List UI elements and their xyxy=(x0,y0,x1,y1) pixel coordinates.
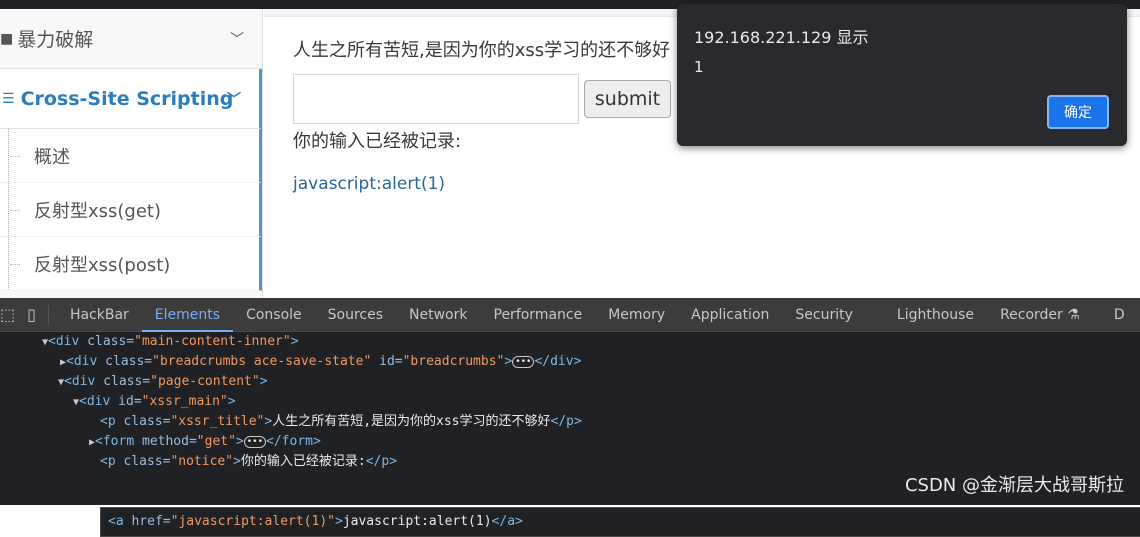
tab-security[interactable]: Security xyxy=(782,298,866,332)
ellipsis-icon[interactable]: ••• xyxy=(243,435,267,448)
device-toolbar-icon[interactable]: ▯ xyxy=(27,305,36,324)
watermark: CSDN @金渐层大战哥斯拉 xyxy=(904,475,1124,496)
tab-network[interactable]: Network xyxy=(396,298,480,332)
dialog-title: 192.168.221.129 显示 xyxy=(694,28,869,47)
chevron-down-icon: ﹀ xyxy=(227,92,241,108)
dom-node[interactable]: ▼<div class="main-content-inner"> xyxy=(42,332,299,352)
dom-node[interactable]: ▼<div class="page-content"> xyxy=(58,372,268,392)
tab-console[interactable]: Console xyxy=(233,298,315,332)
message-input[interactable] xyxy=(293,74,579,124)
dom-node[interactable]: ▼<div id="xssr_main"> xyxy=(73,392,236,412)
list-icon: ☰ xyxy=(2,90,15,107)
dom-node[interactable]: ▶<form method="get"> ••• </form> xyxy=(89,432,321,452)
devtools-panel: ⬚ ▯ HackBar Elements Console Sources Net… xyxy=(0,298,1140,537)
lock-icon: ■ xyxy=(0,30,14,47)
ok-button[interactable]: 确定 xyxy=(1047,95,1109,129)
tab-recorder[interactable]: Recorder ⚗ xyxy=(987,298,1093,332)
dom-node-selected[interactable]: <a href="javascript:alert(1)">javascript… xyxy=(108,512,523,532)
ellipsis-icon[interactable]: ••• xyxy=(512,355,535,368)
dom-node[interactable]: ▶<div class="breadcrumbs ace-save-state"… xyxy=(60,352,581,372)
dialog-message: 1 xyxy=(694,58,704,76)
tab-application[interactable]: Application xyxy=(678,298,782,332)
tab-memory[interactable]: Memory xyxy=(595,298,678,332)
tab-more[interactable]: D xyxy=(1101,298,1138,332)
inspect-icon[interactable]: ⬚ xyxy=(0,305,15,324)
page-title: 人生之所有苦短,是因为你的xss学习的还不够好 xyxy=(293,40,671,61)
dom-node[interactable]: <p class="xssr_title">人生之所有苦短,是因为你的xss学习… xyxy=(100,412,582,432)
sidebar: ■ 暴力破解 ﹀ ☰ Cross-Site Scripting ﹀ 概述 反射型… xyxy=(0,9,263,298)
tab-sources[interactable]: Sources xyxy=(315,298,396,332)
notice-text: 你的输入已经被记录: xyxy=(293,131,462,152)
submit-button[interactable]: submit xyxy=(584,80,671,118)
sidebar-item-brute-force[interactable]: ■ 暴力破解 ﹀ xyxy=(0,9,262,69)
tab-lighthouse[interactable]: Lighthouse xyxy=(884,298,987,332)
devtools-tabbar: ⬚ ▯ HackBar Elements Console Sources Net… xyxy=(0,298,1140,332)
tab-performance[interactable]: Performance xyxy=(481,298,596,332)
tab-elements[interactable]: Elements xyxy=(141,298,234,332)
sidebar-subitem-reflected-post[interactable]: 反射型xss(post) xyxy=(0,237,262,291)
dom-node[interactable]: <p class="notice">你的输入已经被记录:</p> xyxy=(100,452,397,472)
sidebar-subitem-reflected-get[interactable]: 反射型xss(get) xyxy=(0,183,262,237)
flask-icon: ⚗ xyxy=(1067,306,1080,323)
chevron-down-icon: ﹀ xyxy=(230,32,244,48)
tab-hackbar[interactable]: HackBar xyxy=(57,298,142,332)
alert-dialog: 192.168.221.129 显示 1 确定 xyxy=(677,4,1127,146)
sidebar-subitem-overview[interactable]: 概述 xyxy=(0,129,262,183)
sidebar-item-xss[interactable]: ☰ Cross-Site Scripting ﹀ xyxy=(0,69,262,129)
injected-link[interactable]: javascript:alert(1) xyxy=(293,174,445,194)
